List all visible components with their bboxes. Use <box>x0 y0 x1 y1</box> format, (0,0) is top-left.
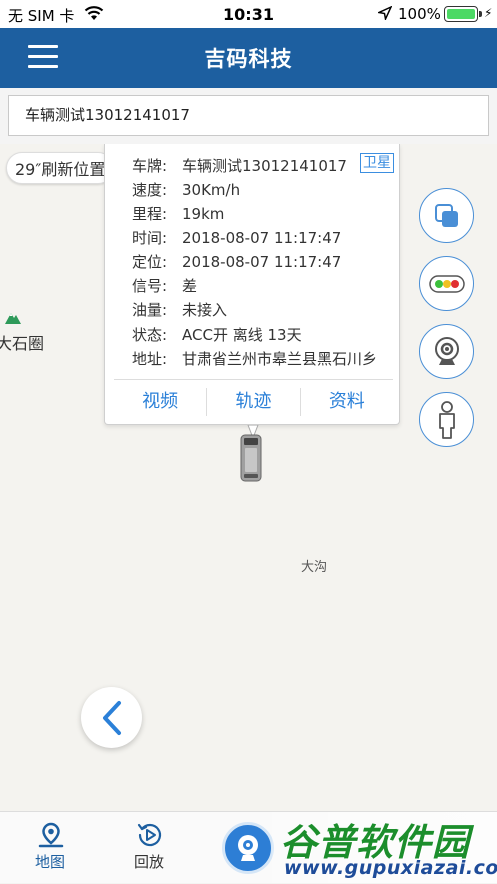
person-icon <box>438 400 455 439</box>
menu-icon[interactable] <box>28 45 58 69</box>
vehicle-search-input[interactable]: 车辆测试13012141017 <box>8 95 489 136</box>
map-pin-icon <box>38 822 64 848</box>
info-row-time: 时间: 2018-08-07 11:17:47 <box>132 229 342 247</box>
profile-button[interactable]: 资料 <box>301 380 393 424</box>
battery-cap <box>479 11 482 17</box>
camera-button[interactable] <box>419 324 474 379</box>
info-row-signal: 信号: 差 <box>132 277 198 295</box>
traffic-light-icon <box>428 274 465 293</box>
vehicle-marker-icon[interactable] <box>240 434 262 482</box>
info-row-fuel: 油量: 未接入 <box>132 301 228 319</box>
person-button[interactable] <box>419 392 474 447</box>
charging-icon: ⚡ <box>484 6 493 20</box>
tab-replay[interactable]: 回放 <box>104 812 194 884</box>
info-row-address: 地址: 甘肃省兰州市皋兰县黑石川乡 <box>132 350 378 368</box>
center-camera-button[interactable] <box>222 822 274 874</box>
back-button[interactable] <box>81 687 142 748</box>
page-title: 吉码科技 <box>204 47 293 71</box>
refresh-position-button[interactable]: 29″刷新位置 <box>6 152 115 184</box>
info-row-mileage: 里程: 19km <box>132 205 225 223</box>
satellite-toggle-button[interactable]: 卫星 <box>360 153 394 173</box>
webcam-icon <box>238 835 258 861</box>
battery-icon <box>444 6 478 22</box>
watermark: 谷普软件园 www.gupuxiazai.com <box>272 812 497 883</box>
tab-map[interactable]: 地图 <box>5 812 95 884</box>
nav-bar: 吉码科技 <box>0 28 497 88</box>
watermark-url: www.gupuxiazai.com <box>284 857 497 879</box>
chevron-left-icon <box>102 700 121 735</box>
tab-replay-label: 回放 <box>133 853 164 871</box>
track-button[interactable]: 轨迹 <box>207 380 299 424</box>
location-arrow-icon <box>378 6 392 20</box>
info-row-plate: 车牌: 车辆测试13012141017 <box>132 157 347 175</box>
vehicle-info-card: 车牌: 车辆测试13012141017 速度: 30Km/h 里程: 19km 时间:… <box>104 144 400 425</box>
map-place-label: 大石圈 <box>0 334 45 353</box>
layers-icon <box>434 203 458 227</box>
status-bar: 无 SIM 卡 10:31 100% ⚡ <box>0 0 497 28</box>
layers-button[interactable] <box>419 188 474 243</box>
tab-map-label: 地图 <box>34 853 65 871</box>
replay-icon <box>137 823 162 847</box>
card-actions: 视频 轨迹 资料 <box>114 380 393 424</box>
map-place-label: 大沟 <box>301 560 328 575</box>
traffic-button[interactable] <box>419 256 474 311</box>
mountain-icon <box>5 313 21 324</box>
map-view[interactable]: 29″刷新位置 大石圈 大沟 车牌: 车辆测试13012141017 速度: 30K… <box>0 144 497 811</box>
info-row-located: 定位: 2018-08-07 11:17:47 <box>132 253 342 271</box>
battery-percent: 100% <box>398 5 441 23</box>
info-row-status: 状态: ACC开 离线 13天 <box>132 326 302 344</box>
webcam-icon <box>434 336 459 365</box>
info-row-speed: 速度: 30Km/h <box>132 181 241 199</box>
video-button[interactable]: 视频 <box>114 380 206 424</box>
search-bar: 车辆测试13012141017 <box>0 88 497 144</box>
